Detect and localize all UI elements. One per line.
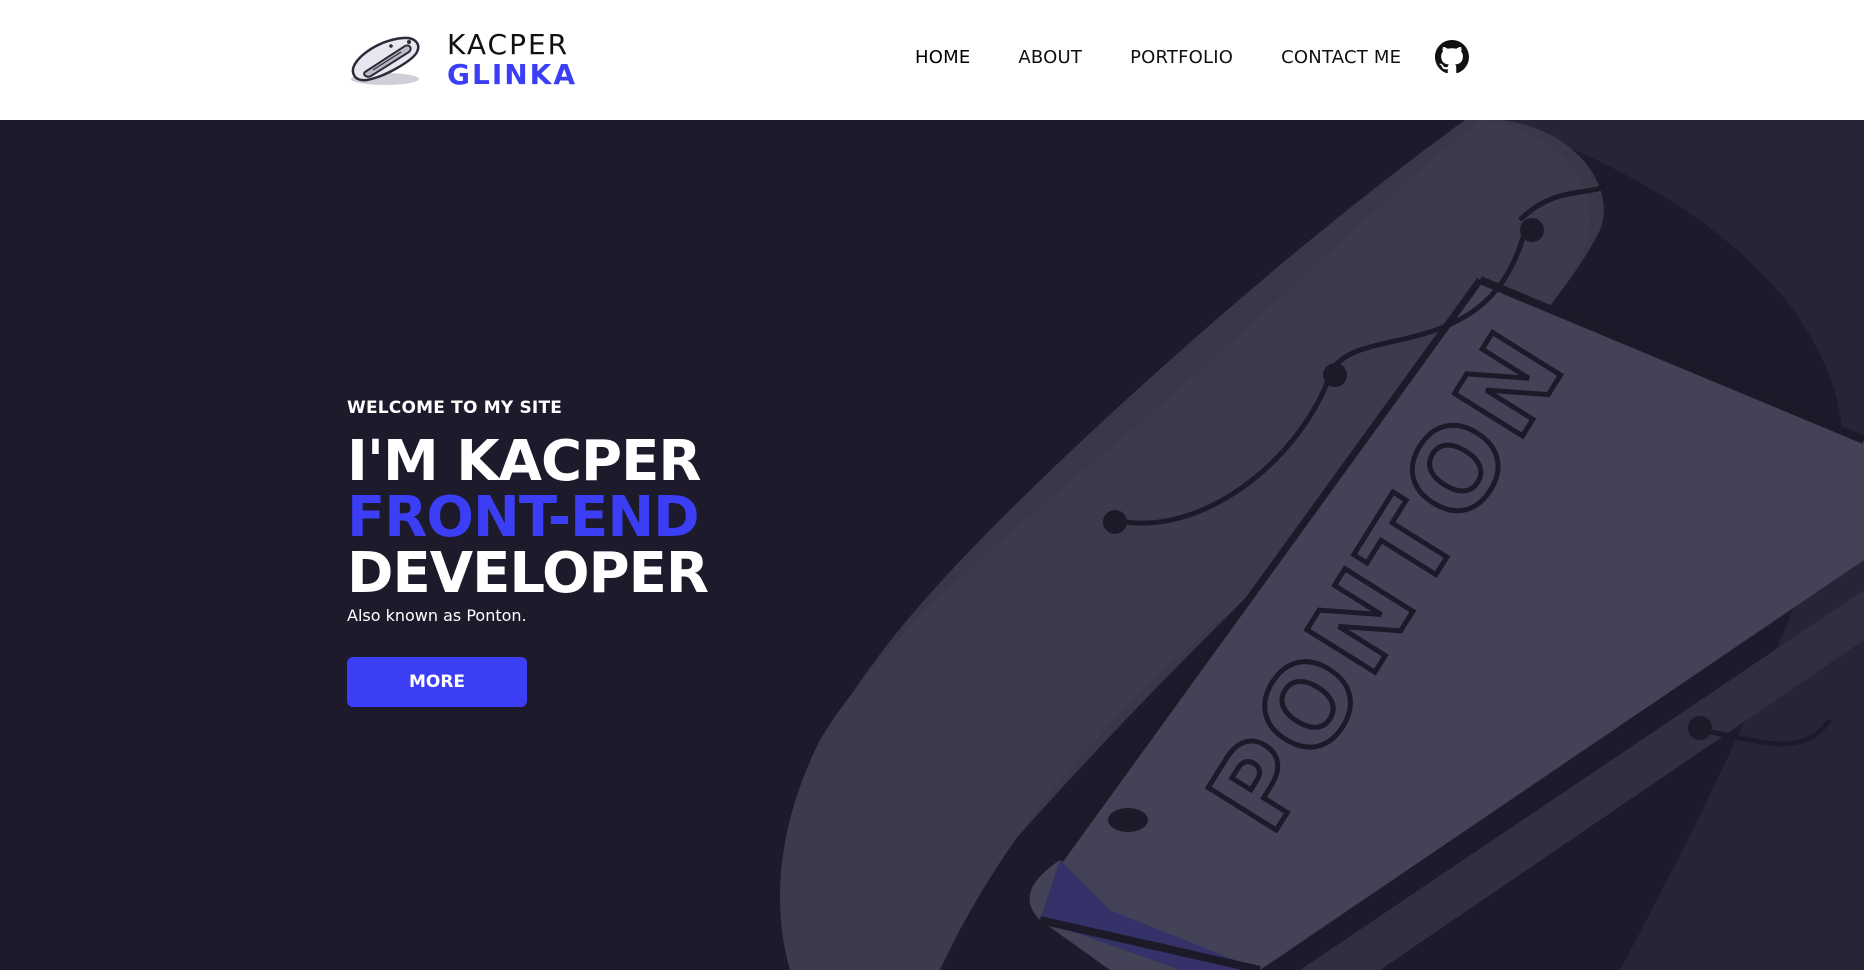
welcome-text: WELCOME TO MY SITE bbox=[347, 398, 563, 418]
nav-contact-me[interactable]: CONTACT ME bbox=[1281, 47, 1401, 68]
hero-content: WELCOME TO MY SITE I'M KACPER FRONT-END … bbox=[347, 398, 709, 707]
brand-last-name: GLINKA bbox=[447, 58, 578, 91]
headline-line-2: FRONT-END bbox=[347, 485, 700, 550]
brand[interactable]: KACPER GLINKA bbox=[347, 28, 577, 92]
hero-subtitle: Also known as Ponton. bbox=[347, 606, 527, 625]
headline-line-3: DEVELOPER bbox=[347, 541, 709, 606]
more-button[interactable]: MORE bbox=[347, 657, 527, 707]
navbar: KACPER GLINKA HOME ABOUT PORTFOLIO CONTA… bbox=[0, 0, 1864, 120]
headline-line-1: I'M KACPER bbox=[347, 429, 701, 494]
ponton-logo-icon bbox=[351, 36, 420, 85]
nav-portfolio[interactable]: PORTFOLIO bbox=[1130, 47, 1233, 68]
main-nav: HOME ABOUT PORTFOLIO CONTACT ME bbox=[915, 47, 1401, 68]
hero-headline: I'M KACPER FRONT-END DEVELOPER bbox=[347, 429, 709, 606]
github-icon[interactable] bbox=[1435, 40, 1469, 74]
nav-about[interactable]: ABOUT bbox=[1018, 47, 1082, 68]
brand-first-name: KACPER bbox=[447, 28, 570, 61]
ponton-boat-background: PONTON bbox=[780, 120, 1864, 970]
hero-section: PONTON WELCOME TO MY SITE I'M KACPER FRO… bbox=[0, 120, 1864, 970]
brand-name: KACPER GLINKA bbox=[447, 31, 577, 89]
nav-home[interactable]: HOME bbox=[915, 47, 970, 68]
